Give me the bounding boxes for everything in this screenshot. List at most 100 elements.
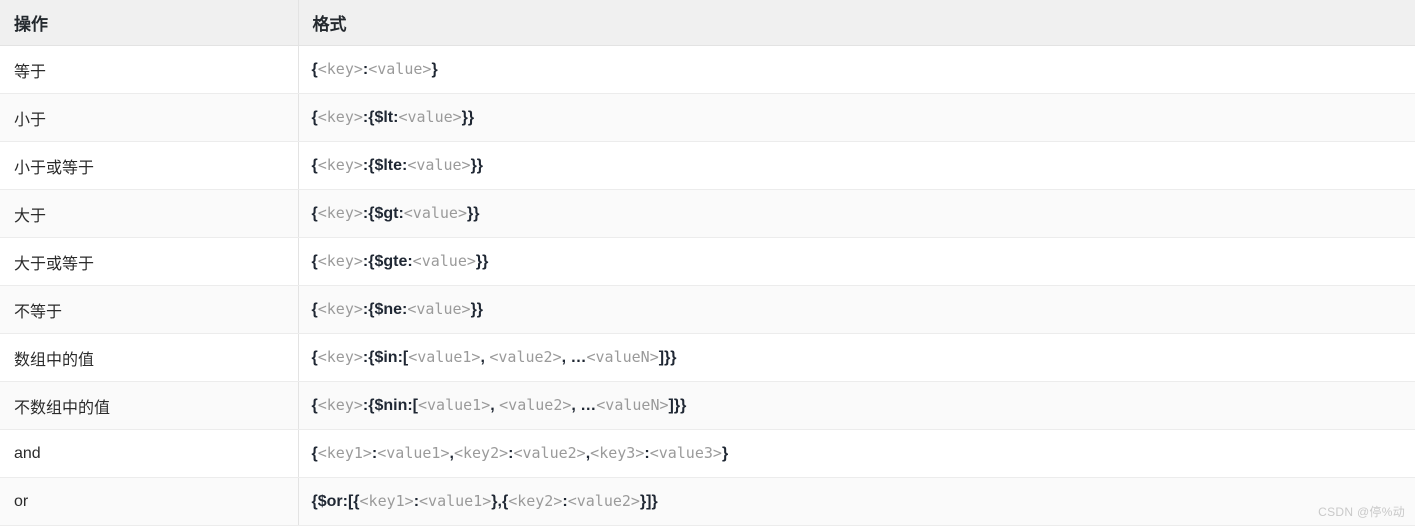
table-row: 大于或等于 {<key>:{$gte:<value>}} [0,237,1415,286]
table-row: 小于或等于 {<key>:{$lte:<value>}} [0,141,1415,190]
syntax-token: :{$ne: [362,301,408,318]
query-operators-table: 操作 格式 等于 {<key>:<value>} 小于 {<key>:{$lt:<va… [0,0,1415,526]
syntax-token: :{$gte: [362,253,413,270]
placeholder-token: <value3> [649,444,722,462]
table-body: 等于 {<key>:<value>} 小于 {<key>:{$lt:<value>}}… [0,45,1415,526]
placeholder-token: <value2> [513,444,586,462]
syntax-token: }]} [639,493,658,510]
syntax-token: ]}} [658,349,677,366]
syntax-token: }} [475,253,489,270]
cell-operation: 数组中的值 [0,333,298,382]
cell-operation: 小于 [0,93,298,142]
cell-operation: 大于 [0,189,298,238]
cell-operation: and [0,429,298,478]
format-expression: {<key>:{$nin:[<value1>, <value2>, …<valu… [312,396,687,414]
placeholder-token: <value1> [418,396,491,414]
syntax-token: , … [571,397,597,414]
cell-format: {$or:[{<key1>:<value1>},{<key2>:<value2>… [297,477,1415,526]
placeholder-token: <value> [403,204,467,222]
syntax-token: :{$in:[ [362,349,409,366]
syntax-token: :{$gt: [362,205,404,222]
placeholder-token: <key2> [508,492,563,510]
syntax-token: }} [467,205,480,222]
syntax-token: , [490,397,500,414]
cell-operation: 大于或等于 [0,237,298,286]
placeholder-token: <key2> [453,444,509,462]
format-expression: {$or:[{<key1>:<value1>},{<key2>:<value2>… [311,492,658,510]
table-row: 不等于 {<key>:{$ne:<value>}} [0,285,1415,334]
cell-format: {<key>:{$lte:<value>}} [297,141,1415,190]
format-expression: {<key>:{$ne:<value>}} [312,300,484,318]
cell-format: {<key>:{$ne:<value>}} [297,285,1415,334]
placeholder-token: <value2> [567,492,640,510]
operators-table-container: 操作 格式 等于 {<key>:<value>} 小于 {<key>:{$lt:<va… [0,0,1415,526]
placeholder-token: <key> [317,300,363,318]
placeholder-token: <key> [317,60,363,78]
table-row: and {<key1>:<value1>,<key2>:<value2>,<key… [0,429,1415,478]
placeholder-token: <value1> [377,444,450,462]
column-header-format: 格式 [297,0,1415,46]
placeholder-token: <value1> [419,492,492,510]
placeholder-token: <key> [317,108,363,126]
table-row: 不数组中的值 {<key>:{$nin:[<value1>, <value2>, … [0,381,1415,430]
placeholder-token: <key> [317,156,363,174]
syntax-token: {$or:[{ [311,493,360,510]
placeholder-token: <value> [407,300,471,318]
table-row: or {$or:[{<key1>:<value1>},{<key2>:<value… [0,477,1415,526]
cell-operation: or [0,477,298,526]
syntax-token: }} [470,301,484,318]
placeholder-token: <value2> [489,348,562,366]
placeholder-token: <key> [317,204,363,222]
format-expression: {<key>:{$lte:<value>}} [312,156,484,174]
placeholder-token: <value> [412,252,476,270]
table-row: 大于 {<key>:{$gt:<value>}} [0,189,1415,238]
cell-format: {<key>:{$in:[<value1>, <value2>, …<value… [297,333,1415,382]
syntax-token: , … [561,349,587,366]
table-row: 数组中的值 {<key>:{$in:[<value1>, <value2>, …<… [0,333,1415,382]
column-header-operation: 操作 [0,0,298,46]
cell-operation: 不等于 [0,285,298,334]
cell-operation: 不数组中的值 [0,381,298,430]
table-row: 等于 {<key>:<value>} [0,45,1415,94]
placeholder-token: <key1> [359,492,414,510]
placeholder-token: <valueN> [586,348,659,366]
csdn-watermark: CSDN @停%动 [1318,505,1405,519]
syntax-token: }} [461,109,475,126]
format-expression: {<key>:{$gte:<value>}} [312,252,489,270]
placeholder-token: <valueN> [596,396,669,414]
cell-operation: 等于 [0,45,298,94]
cell-format: {<key>:{$gte:<value>}} [297,237,1415,286]
syntax-token: :{$lte: [362,157,408,174]
cell-format: {<key>:{$nin:[<value1>, <value2>, …<valu… [297,381,1415,430]
syntax-token: :{$lt: [362,109,399,126]
placeholder-token: <key3> [590,444,645,462]
cell-operation: 小于或等于 [0,141,298,190]
cell-format: {<key>:<value>} [297,45,1415,94]
syntax-token: }} [470,157,484,174]
cell-format: {<key1>:<value1>,<key2>:<value2>,<key3>:… [297,429,1415,478]
syntax-token: } [431,61,438,78]
syntax-token: } [721,445,729,462]
placeholder-token: <key> [317,396,363,414]
syntax-token: },{ [491,493,509,510]
placeholder-token: <key1> [317,444,372,462]
syntax-token: :{$nin:[ [362,397,418,414]
placeholder-token: <value1> [408,348,481,366]
format-expression: {<key>:{$in:[<value1>, <value2>, …<value… [312,348,677,366]
table-header-row: 操作 格式 [0,0,1415,46]
placeholder-token: <key> [317,252,363,270]
placeholder-token: <value> [407,156,471,174]
placeholder-token: <value2> [499,396,572,414]
format-expression: {<key>:<value>} [312,60,438,78]
placeholder-token: <value> [368,60,432,78]
cell-format: {<key>:{$gt:<value>}} [297,189,1415,238]
placeholder-token: <value> [398,108,462,126]
table-header: 操作 格式 [0,0,1415,46]
format-expression: {<key>:{$gt:<value>}} [312,204,480,222]
syntax-token: ]}} [668,397,687,414]
format-expression: {<key>:{$lt:<value>}} [312,108,475,126]
format-expression: {<key1>:<value1>,<key2>:<value2>,<key3>:… [312,444,729,462]
cell-format: {<key>:{$lt:<value>}} [297,93,1415,142]
placeholder-token: <key> [317,348,363,366]
table-row: 小于 {<key>:{$lt:<value>}} [0,93,1415,142]
